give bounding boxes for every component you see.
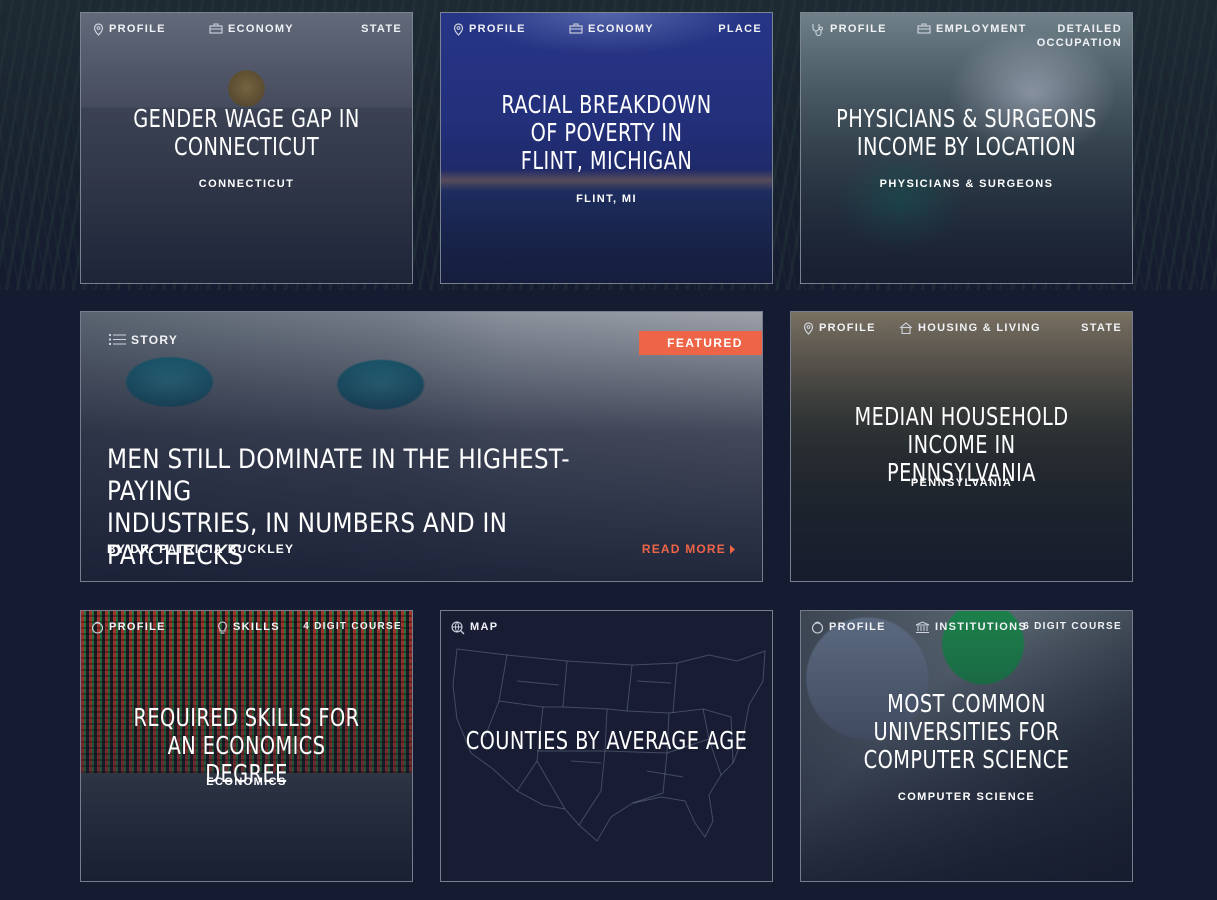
globe-search-icon [451, 621, 465, 635]
card-subtitle: Economics [206, 776, 287, 788]
category-tag: Employment [917, 23, 1027, 35]
story-byline: BY DR. PATRICIA BUCKLEY [107, 542, 295, 556]
card-title: Racial Breakdown of Poverty in Flint, Mi… [501, 90, 712, 175]
briefcase-icon [569, 23, 583, 34]
location-pin-icon [93, 23, 104, 36]
profile-tag: Profile [811, 23, 887, 36]
level-tag: 4 Digit Course [303, 621, 402, 632]
card-economics-skills[interactable]: Profile Skills 4 Digit Course Required S… [80, 610, 413, 882]
map-type-tag: Map [451, 621, 498, 635]
card-subtitle: Flint, MI [576, 193, 637, 205]
card-computer-science-universities[interactable]: Profile Institutions 6 Digit Course Most… [800, 610, 1133, 882]
mortarboard-icon [91, 621, 104, 634]
profile-tag: Profile [453, 23, 526, 36]
card-subtitle: Connecticut [198, 178, 295, 190]
read-more-link[interactable]: Read More [642, 542, 736, 556]
location-pin-icon [453, 23, 464, 36]
mortarboard-icon [811, 621, 824, 634]
card-title: Counties by Average Age [465, 726, 748, 755]
category-tag: Housing & Living [899, 322, 1041, 334]
story-type-tag: Story [109, 333, 178, 347]
card-subtitle: Pennsylvania [910, 477, 1013, 489]
level-tag: Place [718, 23, 762, 35]
category-tag: Economy [209, 23, 294, 35]
card-flint-poverty[interactable]: Profile Economy Place Racial Breakdown o… [440, 12, 773, 284]
profile-tag: Profile [93, 23, 166, 36]
location-pin-icon [803, 322, 814, 335]
list-icon [109, 334, 126, 345]
lightbulb-icon [218, 621, 227, 634]
card-counties-map[interactable]: Map Counties by Average Age [440, 610, 773, 882]
stethoscope-icon [812, 24, 823, 36]
house-icon [899, 322, 913, 334]
card-physicians-income[interactable]: Profile Employment Detailed Occupation P… [800, 12, 1133, 284]
card-title: Most Common Universities for Computer Sc… [863, 689, 1070, 774]
category-tag: Skills [217, 621, 280, 635]
card-subtitle: Physicians & Surgeons [879, 178, 1054, 190]
briefcase-icon [917, 23, 931, 34]
card-title: Physicians & Surgeons Income by Location [836, 104, 1097, 161]
card-gender-wage-gap[interactable]: Profile Economy State Gender Wage Gap in… [80, 12, 413, 284]
level-tag: 6 Digit Course [1023, 621, 1122, 632]
card-subtitle: Computer Science [897, 791, 1036, 803]
featured-story-card[interactable]: Story Featured Men Still Dominate in the… [80, 311, 763, 582]
featured-badge: Featured [639, 331, 762, 355]
profile-tag: Profile [91, 621, 166, 634]
briefcase-icon [209, 23, 223, 34]
category-tag: Economy [569, 23, 654, 35]
level-tag: State [361, 23, 402, 35]
institution-icon [915, 621, 930, 633]
card-pennsylvania-income[interactable]: Profile Housing & Living State Median Ho… [790, 311, 1133, 582]
caret-right-icon [730, 544, 735, 554]
card-title: Gender Wage Gap in Connecticut [133, 104, 360, 161]
profile-tag: Profile [803, 322, 876, 335]
category-tag: Institutions [915, 621, 1027, 634]
level-tag: Detailed Occupation [1036, 23, 1122, 49]
level-tag: State [1081, 322, 1122, 334]
profile-tag: Profile [811, 621, 886, 634]
card-title: Median Household Income in Pennsylvania [854, 402, 1069, 487]
